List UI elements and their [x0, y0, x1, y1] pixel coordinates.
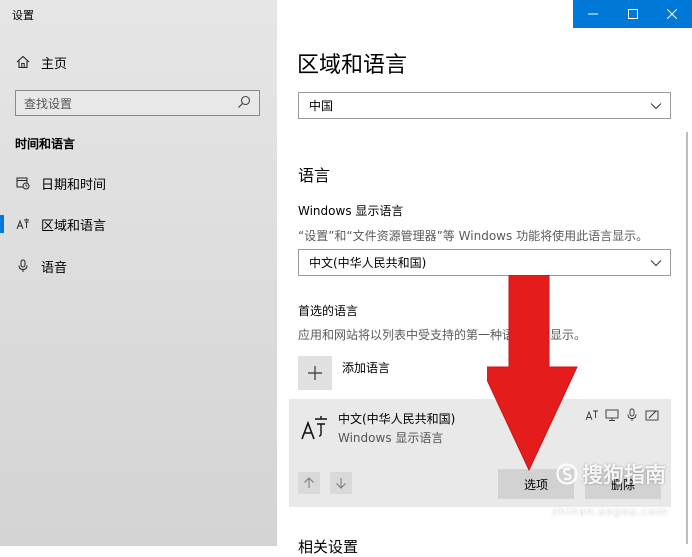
- home-icon: [15, 54, 31, 70]
- sidebar: 设置 主页 查找设置 时间和语言 日期和时间 区域和语言 语音: [0, 0, 277, 546]
- country-value: 中国: [309, 99, 334, 113]
- arrow-down-icon: [336, 478, 346, 489]
- language-subtitle: Windows 显示语言: [338, 431, 444, 445]
- plus-icon: [298, 356, 332, 390]
- move-up-button[interactable]: [298, 472, 320, 494]
- search-placeholder: 查找设置: [24, 96, 73, 111]
- language-glyph-icon: [301, 415, 329, 441]
- sidebar-item-date-time[interactable]: 日期和时间: [0, 166, 277, 200]
- sogou-logo-icon: [556, 463, 578, 485]
- sidebar-item-region-language[interactable]: 区域和语言: [0, 207, 277, 241]
- related-settings-heading: 相关设置: [298, 538, 359, 556]
- display-language-label: Windows 显示语言: [298, 204, 404, 218]
- chevron-down-icon: [650, 256, 666, 270]
- main-content: 区域和语言 中国 语言 Windows 显示语言 “设置”和“文件资源管理器”等…: [277, 0, 692, 556]
- move-down-button[interactable]: [330, 472, 352, 494]
- sidebar-item-label: 语音: [41, 260, 68, 276]
- sidebar-item-home[interactable]: 主页: [0, 45, 277, 79]
- language-name: 中文(中华人民共和国): [338, 412, 456, 426]
- scrollbar[interactable]: [686, 132, 688, 544]
- sidebar-item-label: 区域和语言: [41, 218, 107, 234]
- sidebar-section-header: 时间和语言: [15, 137, 76, 151]
- watermark-url: zhinan.sogou.com: [551, 505, 668, 518]
- page-title: 区域和语言: [297, 53, 408, 78]
- search-input[interactable]: 查找设置: [15, 90, 260, 116]
- chevron-down-icon: [650, 99, 666, 113]
- country-dropdown[interactable]: 中国: [298, 92, 671, 119]
- watermark: 搜狗指南: [556, 459, 666, 489]
- calendar-clock-icon: [15, 175, 31, 191]
- add-language-label: 添加语言: [342, 361, 391, 375]
- add-language-button[interactable]: 添加语言: [298, 356, 390, 390]
- display-language-desc: “设置”和“文件资源管理器”等 Windows 功能将使用此语言显示。: [298, 229, 649, 243]
- search-icon[interactable]: [237, 95, 253, 112]
- preferred-languages-label: 首选的语言: [298, 304, 359, 318]
- display-language-dropdown[interactable]: 中文(中华人民共和国): [298, 249, 671, 276]
- microphone-icon: [15, 258, 31, 274]
- arrow-up-icon: [304, 477, 314, 488]
- sidebar-item-label: 主页: [41, 56, 68, 72]
- window-title: 设置: [12, 9, 34, 22]
- watermark-text: 搜狗指南: [582, 463, 666, 487]
- display-language-value: 中文(中华人民共和国): [309, 256, 427, 270]
- language-icon: [15, 216, 31, 232]
- sidebar-item-label: 日期和时间: [41, 177, 107, 193]
- sidebar-item-speech[interactable]: 语音: [0, 249, 277, 283]
- language-heading: 语言: [298, 166, 331, 185]
